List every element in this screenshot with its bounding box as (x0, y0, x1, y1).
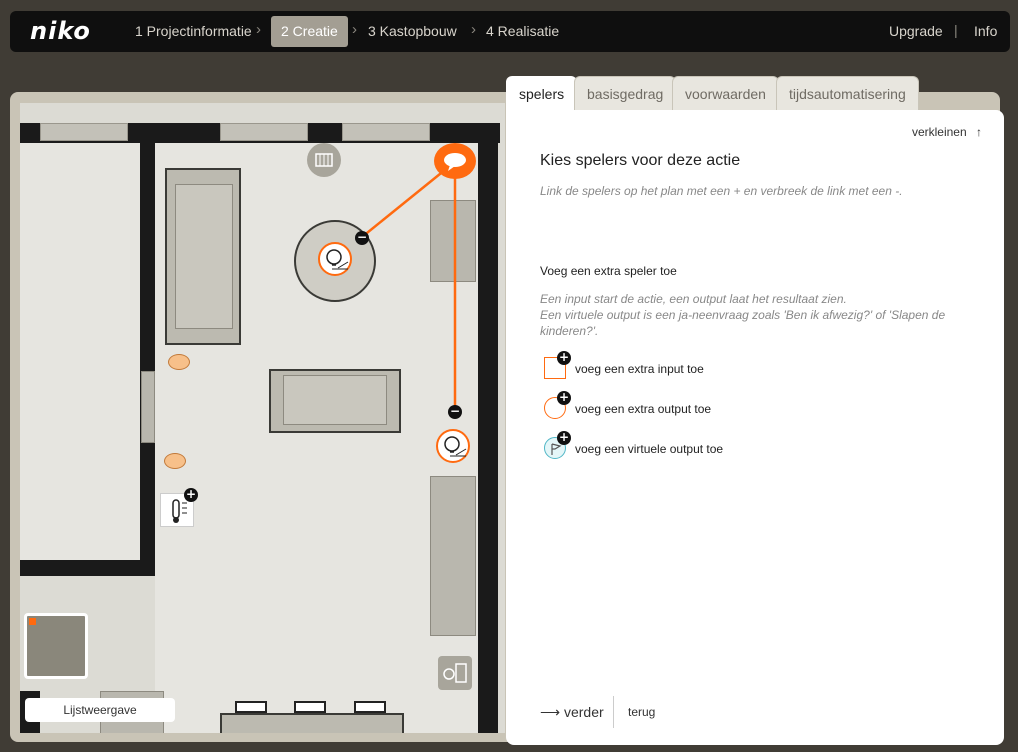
chevron-right-icon: › (352, 21, 357, 38)
chevron-right-icon: › (471, 21, 476, 38)
tab-basisgedrag[interactable]: basisgedrag (574, 76, 677, 110)
plus-icon: + (557, 390, 571, 405)
speech-bubble-icon[interactable] (434, 143, 476, 179)
next-button[interactable]: ⟶ verder (540, 704, 604, 721)
arrow-right-icon: ⟶ (540, 704, 561, 720)
arrow-up-icon: ↑ (976, 125, 982, 139)
panel-hint: Link de spelers op het plan met een + en… (540, 184, 903, 198)
speech-bubble-icon[interactable] (168, 354, 190, 370)
add-player-description: Een input start de actie, een output laa… (540, 291, 960, 339)
viewport-marker (29, 618, 36, 625)
lamp-icon[interactable] (318, 242, 352, 276)
step-creatie[interactable]: 2 Creatie (271, 16, 348, 47)
description-line: Een virtuele output is een ja-neenvraag … (540, 308, 946, 338)
step-kastopbouw[interactable]: 3 Kastopbouw (368, 23, 457, 39)
plus-icon: + (557, 350, 571, 365)
top-separator: | (954, 22, 958, 38)
back-button[interactable]: terug (628, 705, 655, 719)
panel-title: Kies spelers voor deze actie (540, 152, 741, 169)
tab-voorwaarden[interactable]: voorwaarden (672, 76, 779, 110)
next-label: verder (563, 704, 604, 720)
upgrade-link[interactable]: Upgrade (889, 23, 943, 39)
unlink-minus-icon[interactable]: − (355, 231, 369, 245)
top-navigation-bar: niko 1 Projectinformatie › 2 Creatie › 3… (10, 11, 1010, 52)
players-panel: verkleinen ↑ Kies spelers voor deze acti… (506, 110, 1004, 745)
tab-tijdsautomatisering[interactable]: tijdsautomatisering (776, 76, 919, 110)
add-virtual-output-label: voeg een virtuele output toe (575, 442, 724, 456)
collapse-label: verkleinen (911, 125, 967, 139)
floor-plan[interactable]: − − + (20, 103, 505, 733)
tab-spelers[interactable]: spelers (506, 76, 578, 112)
info-link[interactable]: Info (974, 23, 997, 39)
link-lines (361, 160, 457, 415)
niko-logo: niko (30, 17, 91, 45)
plus-icon: + (557, 430, 571, 445)
list-view-button[interactable]: Lijstweergave (25, 698, 175, 722)
step-realisatie[interactable]: 4 Realisatie (486, 23, 559, 39)
collapse-button[interactable]: verkleinen ↑ (912, 125, 982, 139)
plan-overview-thumbnail[interactable] (24, 613, 88, 679)
link-plus-icon[interactable]: + (184, 488, 198, 502)
add-input-label: voeg een extra input toe (575, 362, 704, 376)
speech-bubble-icon[interactable] (164, 453, 186, 469)
add-output-label: voeg een extra output toe (575, 402, 712, 416)
unlink-minus-icon[interactable]: − (448, 405, 462, 419)
add-player-heading: Voeg een extra speler toe (540, 264, 677, 278)
lamp-icon[interactable] (436, 429, 470, 463)
description-line: Een input start de actie, een output laa… (540, 292, 847, 306)
footer-divider (613, 696, 614, 728)
chevron-right-icon: › (256, 21, 261, 38)
step-projectinformatie[interactable]: 1 Projectinformatie (135, 23, 252, 39)
lamp-switch-icon[interactable] (438, 656, 472, 690)
radiator-icon[interactable] (307, 143, 341, 177)
